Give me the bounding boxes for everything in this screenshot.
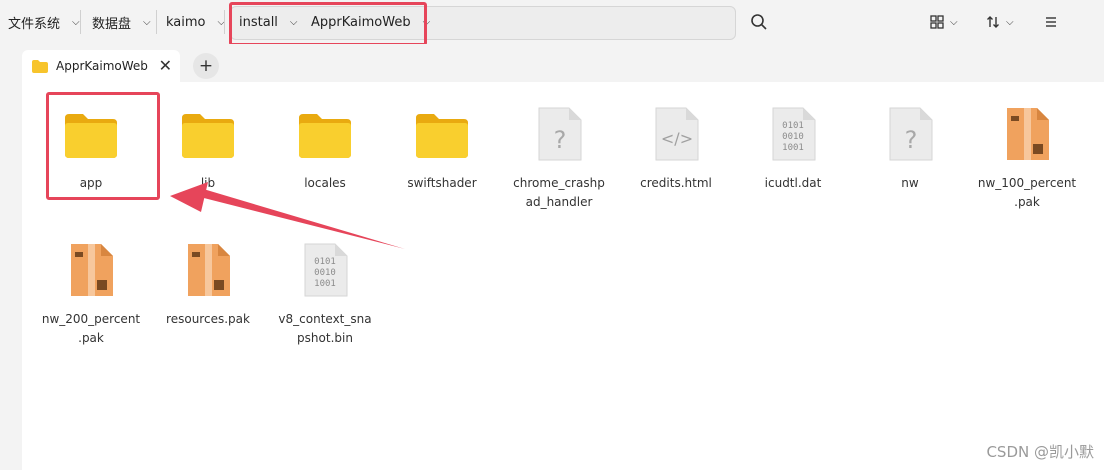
arrow-head-icon [170,182,208,212]
arrow-shaft [196,188,405,249]
annotation-arrow [170,182,405,249]
watermark: CSDN @凯小默 [986,443,1094,461]
